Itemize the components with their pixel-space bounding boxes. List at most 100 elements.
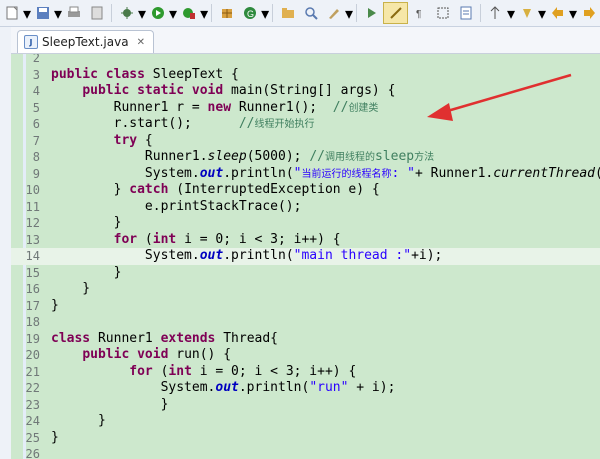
new-class-button[interactable]: G [238, 3, 261, 23]
code-line[interactable]: 15 } [11, 265, 600, 282]
back-icon [551, 6, 565, 20]
code-text[interactable]: } [51, 397, 169, 414]
code-text[interactable]: System.out.println("run" + i); [51, 380, 396, 397]
line-number: 14 [25, 249, 40, 263]
java-file-icon: J [24, 35, 38, 49]
code-line[interactable]: 16 } [11, 281, 600, 298]
publish-button[interactable] [85, 3, 108, 23]
code-line[interactable]: 13 for (int i = 0; i < 3; i++) { [11, 232, 600, 249]
new-class-icon: G [243, 6, 257, 20]
code-line[interactable]: 12 } [11, 215, 600, 232]
code-text[interactable]: } [51, 265, 122, 282]
code-line[interactable]: 17} [11, 298, 600, 315]
code-line[interactable]: 26 [11, 446, 600, 459]
code-line[interactable]: 8 Runner1.sleep(5000); //调用线程的sleep方法 [11, 149, 600, 166]
chevron-down-icon[interactable]: ▾ [200, 4, 208, 23]
code-editor[interactable]: 2 3 public class SleepText {4 public stati… [11, 54, 600, 459]
chevron-down-icon[interactable]: ▾ [261, 4, 269, 23]
chevron-down-icon[interactable]: ▾ [538, 4, 546, 23]
next-edit-button[interactable] [484, 3, 507, 23]
mark-occurrences-button[interactable] [383, 2, 409, 24]
external-tools-button[interactable] [177, 3, 200, 23]
code-text[interactable]: } [51, 215, 122, 232]
code-line[interactable]: 21 for (int i = 0; i < 3; i++) { [11, 364, 600, 381]
chevron-down-icon[interactable]: ▾ [507, 4, 515, 23]
run-button[interactable] [146, 3, 169, 23]
code-line[interactable]: 7 try { [11, 133, 600, 150]
code-text[interactable]: e.printStackTrace(); [51, 199, 302, 216]
last-edit-button[interactable] [515, 3, 538, 23]
show-whitespace-button[interactable]: ¶ [408, 3, 431, 23]
search-button[interactable] [299, 3, 322, 23]
main-toolbar: ▾ ▾ ▾ ▾ ▾ G ▾ ▾ ¶ ▾ ▾ ▾ [0, 0, 600, 27]
code-line[interactable]: 18 [11, 314, 600, 331]
code-text[interactable]: } [51, 281, 90, 298]
chevron-down-icon[interactable]: ▾ [138, 4, 146, 23]
back-button[interactable] [546, 3, 569, 23]
line-number: 12 [25, 216, 40, 230]
chevron-down-icon[interactable]: ▾ [345, 4, 353, 23]
svg-text:¶: ¶ [416, 9, 421, 20]
code-line[interactable]: 9 System.out.println("当前运行的线程名称: "+ Runn… [11, 166, 600, 183]
code-text[interactable]: System.out.println("当前运行的线程名称: "+ Runner… [51, 166, 600, 184]
chevron-down-icon[interactable]: ▾ [54, 4, 62, 23]
block-selection-button[interactable] [431, 3, 454, 23]
code-line[interactable]: 11 e.printStackTrace(); [11, 199, 600, 216]
code-text[interactable]: class Runner1 extends Thread{ [51, 331, 278, 348]
toolbar-separator [272, 4, 274, 22]
code-text[interactable]: } [51, 430, 59, 447]
debug-button[interactable] [115, 3, 138, 23]
code-line[interactable]: 14 System.out.println("main thread :"+i)… [11, 248, 600, 265]
chevron-down-icon[interactable]: ▾ [23, 4, 31, 23]
next-annotation-button[interactable] [360, 3, 383, 23]
forward-icon [582, 6, 596, 20]
new-icon [5, 6, 19, 20]
pen-button[interactable] [322, 3, 345, 23]
code-text[interactable]: public static void main(String[] args) { [51, 83, 395, 100]
code-line[interactable]: 25} [11, 430, 600, 447]
code-text[interactable]: System.out.println("main thread :"+i); [51, 248, 442, 265]
code-text[interactable]: } catch (InterruptedException e) { [51, 182, 380, 199]
code-text[interactable]: for (int i = 0; i < 3; i++) { [51, 364, 356, 381]
code-line[interactable]: 4 public static void main(String[] args)… [11, 83, 600, 100]
new-package-button[interactable] [215, 3, 238, 23]
line-number: 23 [25, 397, 40, 412]
code-text[interactable]: public class SleepText { [51, 67, 239, 84]
code-line[interactable]: 2 [11, 54, 600, 67]
code-text[interactable]: } [51, 413, 106, 430]
tab-sleeptext-java[interactable]: J SleepText.java ✕ [17, 30, 154, 53]
open-type-button[interactable] [276, 3, 299, 23]
code-line[interactable]: 10 } catch (InterruptedException e) { [11, 182, 600, 199]
chevron-down-icon[interactable]: ▾ [169, 4, 177, 23]
code-line[interactable]: 23 } [11, 397, 600, 414]
word-wrap-button[interactable] [454, 3, 477, 23]
run-icon [151, 6, 165, 20]
save-button[interactable] [31, 3, 54, 23]
code-text[interactable]: public void run() { [51, 347, 231, 364]
code-text[interactable]: } [51, 298, 59, 315]
code-line[interactable]: 3 public class SleepText { [11, 67, 600, 84]
code-line[interactable]: 22 System.out.println("run" + i); [11, 380, 600, 397]
print-icon [67, 6, 81, 20]
code-text[interactable]: r.start(); //线程开始执行 [51, 116, 315, 134]
code-line[interactable]: 6 r.start(); //线程开始执行 [11, 116, 600, 133]
forward-button[interactable] [577, 3, 600, 23]
chevron-down-icon[interactable]: ▾ [569, 4, 577, 23]
new-icon-button[interactable] [0, 3, 23, 23]
line-number: 11 [25, 199, 40, 214]
code-line[interactable]: 20 public void run() { [11, 347, 600, 364]
line-number: 18 [25, 315, 40, 329]
code-line[interactable]: 24 } [11, 413, 600, 430]
code-text[interactable]: Runner1.sleep(5000); //调用线程的sleep方法 [51, 149, 434, 167]
debug-icon [120, 6, 134, 20]
new-package-icon [220, 6, 234, 20]
code-text[interactable]: Runner1 r = new Runner1(); //创建类 [51, 100, 379, 118]
code-line[interactable]: 19 class Runner1 extends Thread{ [11, 331, 600, 348]
line-number: 4 [32, 84, 40, 98]
code-text[interactable]: for (int i = 0; i < 3; i++) { [51, 232, 341, 249]
code-text[interactable]: try { [51, 133, 153, 150]
print-button[interactable] [62, 3, 85, 23]
close-icon[interactable]: ✕ [137, 37, 145, 48]
code-line[interactable]: 5 Runner1 r = new Runner1(); //创建类 [11, 100, 600, 117]
server-icon [90, 6, 104, 20]
